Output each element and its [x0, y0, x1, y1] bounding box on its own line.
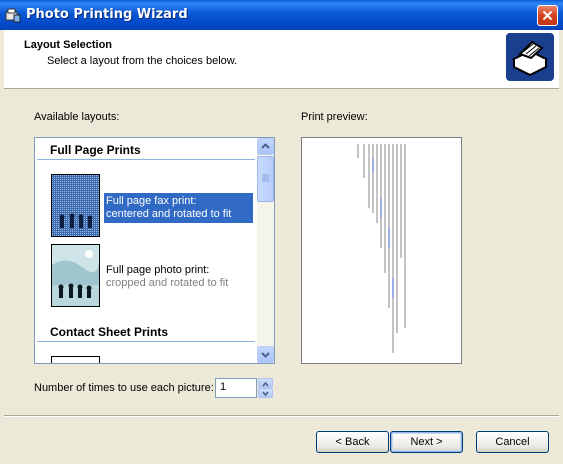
footer-divider [4, 415, 559, 417]
photo-print-thumbnail[interactable] [51, 244, 100, 307]
layouts-scrollbar[interactable] [257, 138, 274, 363]
chevron-up-icon [261, 143, 270, 149]
chevron-down-icon [262, 391, 269, 397]
copies-input[interactable]: 1 [215, 378, 257, 398]
wizard-window: Photo Printing Wizard Layout Selection S… [0, 0, 563, 467]
cancel-button[interactable]: Cancel [476, 431, 549, 453]
fax-print-thumbnail[interactable] [51, 174, 100, 237]
page-subtitle: Select a layout from the choices below. [47, 55, 238, 67]
photo-printer-app-icon [5, 8, 21, 23]
printer-wizard-icon [506, 33, 554, 81]
copies-decrement-button[interactable] [258, 388, 273, 398]
grip-icon [262, 174, 269, 182]
copies-increment-button[interactable] [258, 378, 273, 388]
layout-item-fax-print[interactable]: Full page fax print: centered and rotate… [104, 193, 253, 223]
group-divider [37, 159, 255, 160]
next-button[interactable]: Next > [390, 431, 463, 453]
group-full-page-prints: Full Page Prints [50, 143, 141, 157]
contact-sheet-thumbnail[interactable] [51, 356, 100, 363]
layout-item-photo-print[interactable]: Full page photo print: cropped and rotat… [104, 262, 230, 292]
scroll-thumb[interactable] [257, 156, 274, 202]
chevron-down-icon [261, 352, 270, 358]
print-preview-label: Print preview: [301, 111, 368, 123]
scroll-down-button[interactable] [257, 346, 274, 363]
chevron-up-icon [262, 381, 269, 387]
layout-item-line2: cropped and rotated to fit [106, 277, 229, 289]
scroll-up-button[interactable] [257, 138, 274, 155]
window-title: Photo Printing Wizard [26, 7, 188, 22]
back-button[interactable]: < Back [316, 431, 389, 453]
group-contact-sheet-prints: Contact Sheet Prints [50, 325, 169, 339]
copies-label: Number of times to use each picture: [34, 382, 214, 394]
title-bar[interactable]: Photo Printing Wizard [0, 0, 563, 30]
close-button[interactable] [537, 5, 558, 26]
print-preview-image [357, 144, 406, 353]
layout-item-line2: centered and rotated to fit [106, 208, 232, 220]
layout-item-line1: Full page fax print: [106, 195, 197, 207]
photo-print-image [52, 245, 99, 306]
print-preview-pane [301, 137, 462, 364]
wizard-header: Layout Selection Select a layout from th… [4, 30, 559, 89]
close-icon [542, 10, 553, 21]
layouts-listbox[interactable]: Full Page Prints Full page fax print: ce… [34, 137, 275, 364]
layout-item-line1: Full page photo print: [106, 264, 210, 276]
page-title: Layout Selection [24, 39, 113, 51]
available-layouts-label: Available layouts: [34, 111, 120, 123]
fax-photo-image [52, 175, 99, 236]
group-divider [37, 341, 255, 342]
